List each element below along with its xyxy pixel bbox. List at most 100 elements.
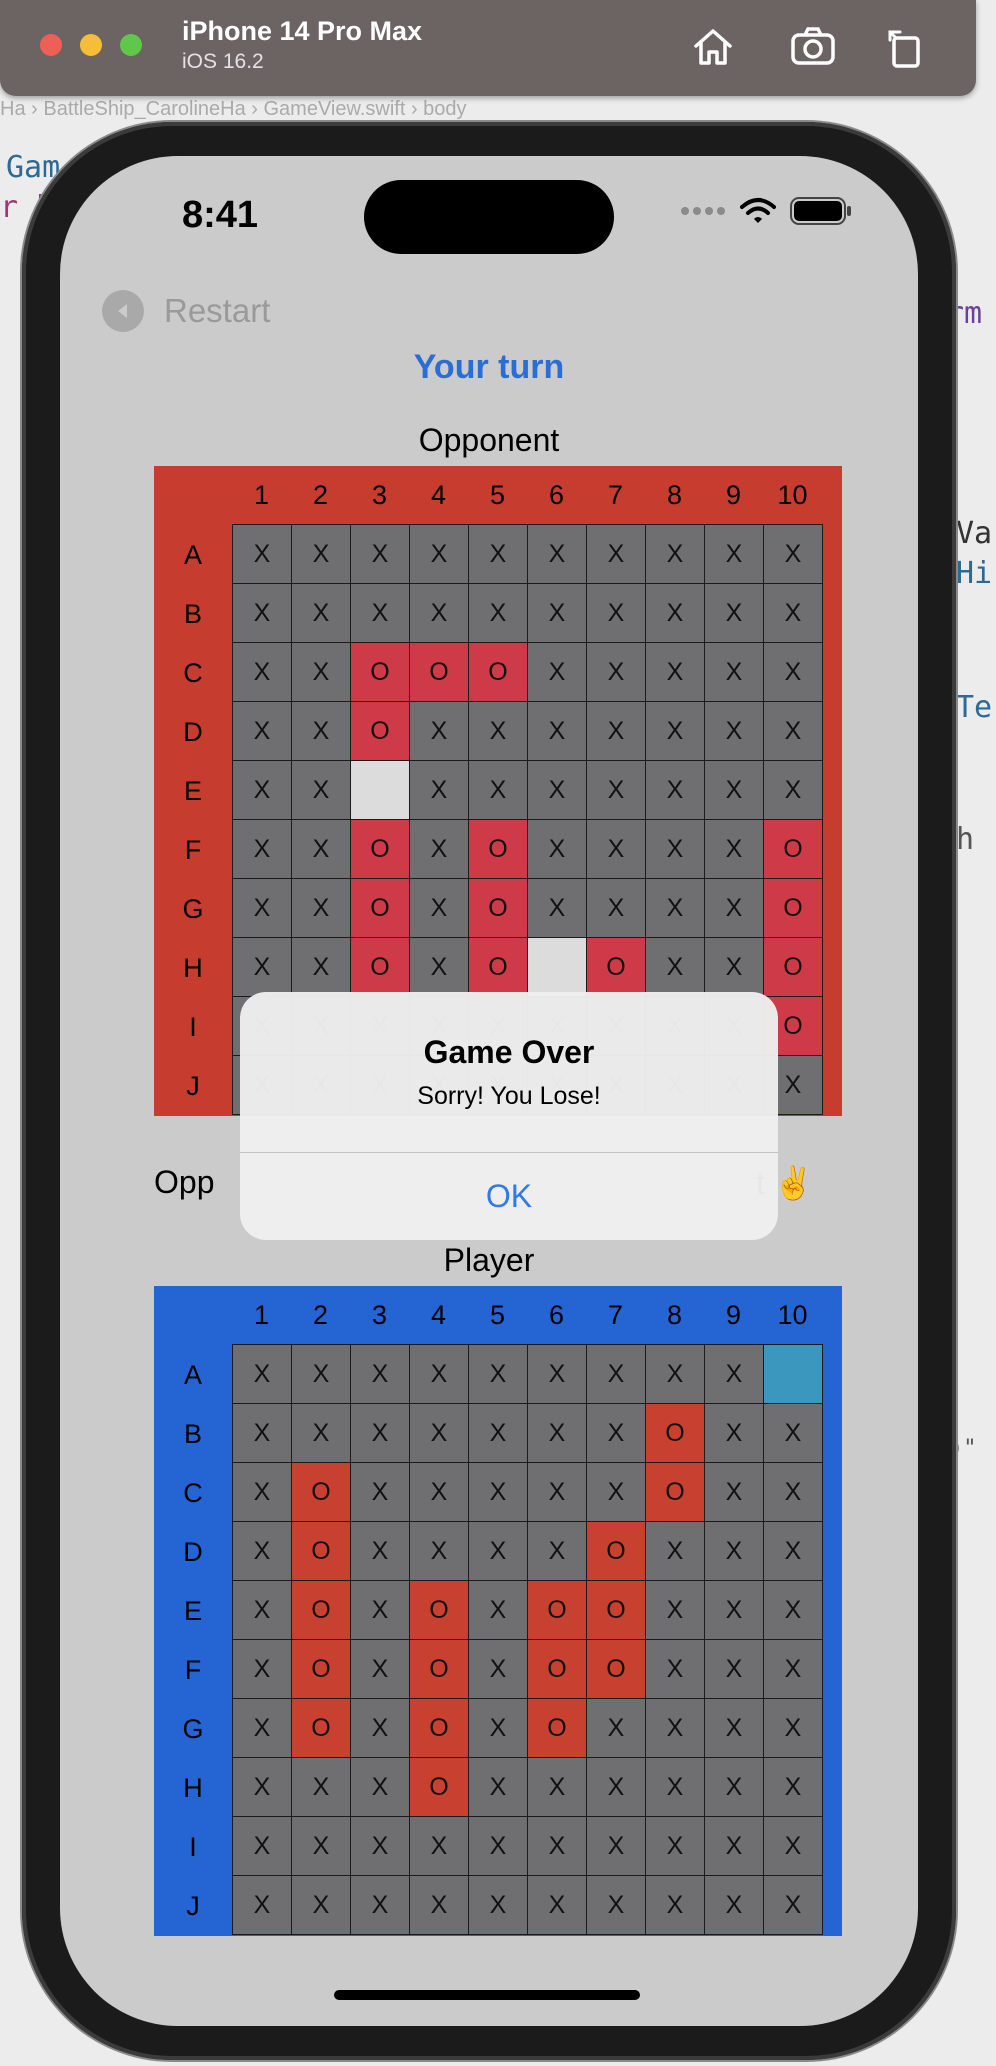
opponent-cell[interactable]: X bbox=[469, 702, 528, 761]
opponent-cell[interactable]: X bbox=[410, 879, 469, 938]
opponent-cell[interactable]: X bbox=[705, 702, 764, 761]
opponent-cell[interactable]: X bbox=[410, 702, 469, 761]
opponent-cell[interactable]: X bbox=[469, 584, 528, 643]
opponent-cell[interactable]: X bbox=[292, 879, 351, 938]
opponent-cell[interactable]: X bbox=[764, 525, 823, 584]
opponent-cell[interactable]: X bbox=[646, 879, 705, 938]
player-cell: X bbox=[292, 1404, 351, 1463]
player-cell: X bbox=[587, 1699, 646, 1758]
opponent-cell[interactable]: X bbox=[351, 525, 410, 584]
opponent-cell[interactable]: X bbox=[646, 643, 705, 702]
opponent-cell[interactable]: X bbox=[410, 584, 469, 643]
opponent-cell[interactable]: O bbox=[469, 938, 528, 997]
opponent-cell[interactable]: X bbox=[705, 761, 764, 820]
opponent-cell[interactable]: X bbox=[292, 702, 351, 761]
opponent-cell[interactable]: X bbox=[410, 820, 469, 879]
opponent-cell[interactable]: O bbox=[469, 643, 528, 702]
opponent-cell[interactable]: X bbox=[646, 761, 705, 820]
opponent-cell[interactable]: X bbox=[587, 820, 646, 879]
opponent-cell[interactable]: X bbox=[587, 879, 646, 938]
opponent-cell[interactable]: O bbox=[410, 643, 469, 702]
opponent-cell[interactable]: X bbox=[292, 938, 351, 997]
opponent-cell[interactable]: X bbox=[233, 938, 292, 997]
player-cell: X bbox=[646, 1581, 705, 1640]
opponent-cell[interactable]: X bbox=[705, 525, 764, 584]
opponent-cell[interactable]: X bbox=[528, 879, 587, 938]
player-cell: X bbox=[764, 1699, 823, 1758]
opponent-cell[interactable]: X bbox=[587, 643, 646, 702]
opponent-cell[interactable]: X bbox=[587, 584, 646, 643]
opponent-cell[interactable]: X bbox=[705, 938, 764, 997]
opponent-cell[interactable]: O bbox=[764, 820, 823, 879]
opponent-cell[interactable]: O bbox=[764, 879, 823, 938]
opponent-cell[interactable]: X bbox=[587, 702, 646, 761]
opponent-cell[interactable]: X bbox=[292, 584, 351, 643]
opponent-cell[interactable]: X bbox=[233, 643, 292, 702]
opponent-cell[interactable]: X bbox=[528, 820, 587, 879]
screenshot-button[interactable] bbox=[788, 22, 838, 72]
restart-button[interactable]: Restart bbox=[102, 290, 270, 332]
minimize-window-button[interactable] bbox=[80, 34, 102, 56]
opponent-cell[interactable]: X bbox=[587, 525, 646, 584]
home-indicator[interactable] bbox=[334, 1990, 640, 2000]
opponent-cell[interactable]: O bbox=[351, 938, 410, 997]
opponent-cell[interactable]: X bbox=[705, 820, 764, 879]
opponent-cell[interactable]: X bbox=[528, 702, 587, 761]
player-cell: X bbox=[705, 1758, 764, 1817]
home-button[interactable] bbox=[688, 22, 738, 72]
opponent-cell[interactable]: X bbox=[233, 820, 292, 879]
ok-button[interactable]: OK bbox=[240, 1152, 778, 1240]
opponent-cell[interactable]: X bbox=[528, 525, 587, 584]
opponent-cell[interactable]: X bbox=[764, 761, 823, 820]
opponent-cell[interactable]: O bbox=[351, 879, 410, 938]
rotate-button[interactable] bbox=[880, 22, 930, 72]
player-cell: X bbox=[233, 1463, 292, 1522]
opponent-cell[interactable]: X bbox=[351, 584, 410, 643]
opponent-cell[interactable]: O bbox=[351, 702, 410, 761]
opponent-cell[interactable]: X bbox=[646, 702, 705, 761]
opponent-cell[interactable]: X bbox=[233, 761, 292, 820]
opponent-cell[interactable]: X bbox=[528, 643, 587, 702]
opponent-cell[interactable]: X bbox=[469, 525, 528, 584]
opponent-cell[interactable]: O bbox=[351, 643, 410, 702]
opponent-cell[interactable]: X bbox=[410, 525, 469, 584]
opponent-cell[interactable]: X bbox=[528, 584, 587, 643]
opponent-cell[interactable]: O bbox=[764, 938, 823, 997]
opponent-cell[interactable]: X bbox=[292, 820, 351, 879]
opponent-cell[interactable]: O bbox=[351, 820, 410, 879]
opponent-cell[interactable]: X bbox=[705, 584, 764, 643]
opponent-cell[interactable]: X bbox=[410, 761, 469, 820]
opponent-cell[interactable]: X bbox=[292, 761, 351, 820]
player-cell: X bbox=[469, 1758, 528, 1817]
opponent-cell[interactable]: X bbox=[528, 761, 587, 820]
opponent-cell[interactable]: X bbox=[764, 584, 823, 643]
opponent-cell[interactable]: X bbox=[646, 820, 705, 879]
opponent-cell[interactable]: X bbox=[705, 879, 764, 938]
player-cell: X bbox=[528, 1345, 587, 1404]
opponent-cell[interactable]: X bbox=[587, 761, 646, 820]
opponent-cell[interactable]: X bbox=[764, 702, 823, 761]
opponent-cell[interactable]: X bbox=[233, 879, 292, 938]
opponent-cell[interactable]: X bbox=[646, 584, 705, 643]
opponent-cell[interactable]: O bbox=[587, 938, 646, 997]
opponent-cell[interactable]: X bbox=[292, 643, 351, 702]
opponent-cell[interactable]: X bbox=[410, 938, 469, 997]
opponent-cell[interactable]: X bbox=[469, 761, 528, 820]
row-header: I bbox=[189, 1012, 197, 1042]
opponent-cell[interactable] bbox=[528, 938, 587, 997]
column-header: 8 bbox=[666, 480, 683, 510]
opponent-cell[interactable]: X bbox=[292, 525, 351, 584]
opponent-cell[interactable]: X bbox=[705, 643, 764, 702]
opponent-cell[interactable]: X bbox=[764, 643, 823, 702]
opponent-cell[interactable]: O bbox=[469, 820, 528, 879]
opponent-cell[interactable] bbox=[351, 761, 410, 820]
opponent-cell[interactable]: X bbox=[233, 702, 292, 761]
opponent-cell[interactable]: X bbox=[646, 938, 705, 997]
opponent-cell[interactable]: X bbox=[233, 525, 292, 584]
opponent-cell[interactable]: X bbox=[646, 525, 705, 584]
opponent-cell[interactable]: X bbox=[233, 584, 292, 643]
zoom-window-button[interactable] bbox=[120, 34, 142, 56]
opponent-cell[interactable]: O bbox=[469, 879, 528, 938]
column-header: 7 bbox=[607, 1300, 624, 1330]
close-window-button[interactable] bbox=[40, 34, 62, 56]
